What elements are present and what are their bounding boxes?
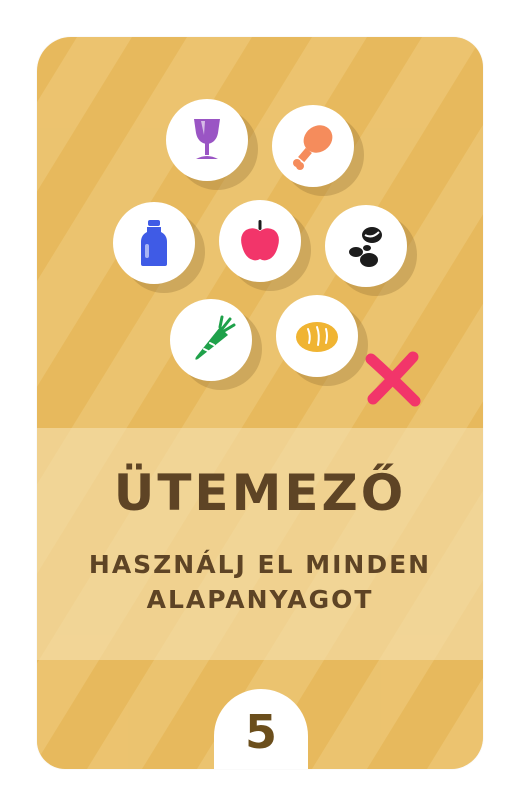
icon-slot-chicken xyxy=(272,105,354,187)
icon-slot-apple xyxy=(219,200,301,282)
card-description-line-1: HASZNÁLJ EL MINDEN xyxy=(88,550,432,579)
card-description-line-2: ALAPANYAGOT xyxy=(146,585,374,614)
icon-slot-bread xyxy=(276,295,358,377)
title-band xyxy=(37,428,483,660)
coffee-beans-icon xyxy=(349,227,382,267)
card-number: 5 xyxy=(244,705,277,759)
wine-glass-icon xyxy=(194,119,220,159)
icon-slot-wine xyxy=(166,99,248,181)
carrot-icon xyxy=(195,315,236,360)
milk-bottle-icon xyxy=(141,220,167,266)
apple-icon xyxy=(241,220,279,261)
card-description: HASZNÁLJ EL MINDEN ALAPANYAGOT xyxy=(67,547,453,617)
game-card[interactable]: ÜTEMEZŐ HASZNÁLJ EL MINDEN ALAPANYAGOT 5 xyxy=(37,37,483,769)
icon-slot-carrot xyxy=(170,299,252,381)
icon-slot-milk xyxy=(113,202,195,284)
chicken-leg-icon xyxy=(293,125,333,170)
bread-icon xyxy=(296,322,338,352)
icon-slot-beans xyxy=(325,205,407,287)
cross-mark-icon xyxy=(365,351,421,407)
card-title: ÜTEMEZŐ xyxy=(113,464,407,522)
